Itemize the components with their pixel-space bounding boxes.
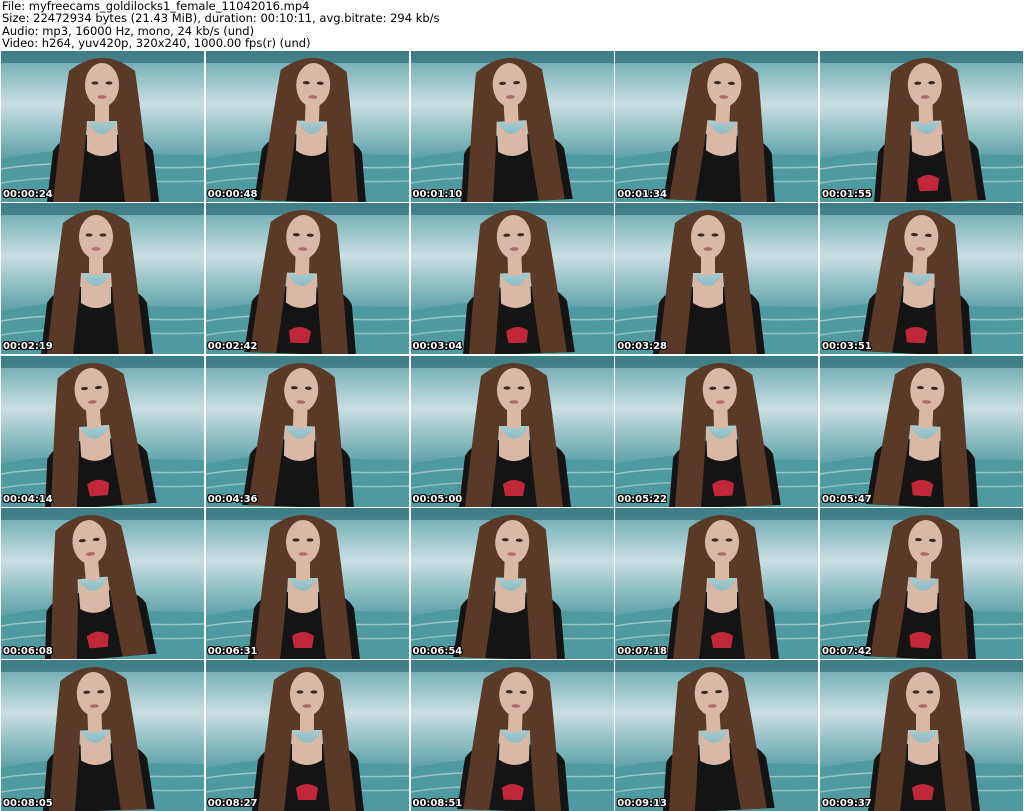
thumbnail-frame: 00:06:31 bbox=[205, 507, 409, 659]
video-frame-image bbox=[1, 203, 204, 355]
thumbnail-frame: 00:06:08 bbox=[1, 507, 204, 659]
thumbnail-timestamp: 00:00:48 bbox=[207, 189, 258, 200]
thumbnail-frame: 00:03:51 bbox=[820, 203, 1023, 355]
video-frame-image bbox=[205, 507, 409, 659]
thumbnail-frame: 00:09:13 bbox=[615, 660, 819, 811]
video-frame-image bbox=[820, 203, 1023, 355]
thumbnail-timestamp: 00:01:34 bbox=[617, 189, 667, 200]
thumbnail-frame: 00:05:22 bbox=[615, 355, 819, 507]
video-frame-image bbox=[1, 355, 204, 507]
thumbnail-frame: 00:08:27 bbox=[205, 660, 409, 811]
video-frame-image bbox=[615, 51, 819, 202]
thumbnail-frame: 00:04:14 bbox=[1, 355, 204, 507]
thumbnail-timestamp: 00:08:51 bbox=[412, 798, 463, 809]
thumbnail-timestamp: 00:08:05 bbox=[3, 798, 53, 809]
thumbnail-timestamp: 00:00:24 bbox=[3, 189, 53, 200]
thumbnail-frame: 00:06:54 bbox=[410, 507, 614, 659]
thumbnail-timestamp: 00:05:47 bbox=[822, 493, 872, 505]
thumbnail-frame: 00:00:24 bbox=[1, 51, 204, 202]
video-frame-image bbox=[205, 203, 409, 355]
thumbnail-frame: 00:05:00 bbox=[410, 355, 614, 507]
video-frame-image bbox=[205, 660, 409, 811]
video-frame-image bbox=[410, 660, 614, 811]
video-frame-image bbox=[410, 507, 614, 659]
thumbnail-frame: 00:08:51 bbox=[410, 660, 614, 811]
thumbnail-timestamp: 00:04:36 bbox=[207, 493, 258, 505]
thumbnail-frame: 00:08:05 bbox=[1, 660, 204, 811]
video-frame-image bbox=[410, 51, 614, 202]
video-frame-image bbox=[820, 355, 1023, 507]
video-frame-image bbox=[820, 660, 1023, 811]
video-frame-image bbox=[1, 507, 204, 659]
thumbnail-frame: 00:02:42 bbox=[205, 203, 409, 355]
thumbnail-timestamp: 00:02:19 bbox=[3, 341, 53, 353]
thumbnail-timestamp: 00:05:22 bbox=[617, 493, 667, 505]
video-frame-image bbox=[410, 203, 614, 355]
thumbnail-frame: 00:09:37 bbox=[820, 660, 1023, 811]
thumbnail-grid: 00:00:24 00:00:48 00:01:10 00:01:34 00:01:55… bbox=[1, 51, 1023, 811]
thumbnail-timestamp: 00:06:08 bbox=[3, 645, 53, 657]
video-frame-image bbox=[615, 660, 819, 811]
thumbnail-frame: 00:03:04 bbox=[410, 203, 614, 355]
thumbnail-frame: 00:02:19 bbox=[1, 203, 204, 355]
thumbnail-frame: 00:00:48 bbox=[205, 51, 409, 202]
thumbnail-timestamp: 00:01:55 bbox=[822, 189, 872, 200]
thumbnail-frame: 00:04:36 bbox=[205, 355, 409, 507]
video-frame-image bbox=[820, 507, 1023, 659]
thumbnail-timestamp: 00:06:31 bbox=[207, 645, 258, 657]
thumbnail-frame: 00:01:10 bbox=[410, 51, 614, 202]
thumbnail-timestamp: 00:07:18 bbox=[617, 645, 667, 657]
video-frame-image bbox=[615, 507, 819, 659]
file-info-header: File: myfreecams_goldilocks1_female_1104… bbox=[2, 0, 1022, 50]
thumbnail-timestamp: 00:09:37 bbox=[822, 798, 872, 809]
thumbnail-timestamp: 00:05:00 bbox=[412, 493, 463, 505]
thumbnail-timestamp: 00:02:42 bbox=[207, 341, 258, 353]
video-frame-image bbox=[820, 51, 1023, 202]
thumbnail-timestamp: 00:03:28 bbox=[617, 341, 667, 353]
thumbnail-frame: 00:07:42 bbox=[820, 507, 1023, 659]
thumbnail-timestamp: 00:01:10 bbox=[412, 189, 463, 200]
thumbnail-frame: 00:01:34 bbox=[615, 51, 819, 202]
thumbnail-frame: 00:07:18 bbox=[615, 507, 819, 659]
video-info-line: Video: h264, yuv420p, 320x240, 1000.00 f… bbox=[2, 36, 311, 51]
video-frame-image bbox=[615, 355, 819, 507]
thumbnail-timestamp: 00:08:27 bbox=[207, 798, 258, 809]
thumbnail-timestamp: 00:09:13 bbox=[617, 798, 667, 809]
thumbnail-timestamp: 00:06:54 bbox=[412, 645, 463, 657]
video-frame-image bbox=[615, 203, 819, 355]
video-frame-image bbox=[1, 660, 204, 811]
thumbnail-timestamp: 00:07:42 bbox=[822, 645, 872, 657]
file-size-line: Size: 22472934 bytes (21.43 MiB), durati… bbox=[2, 11, 440, 26]
thumbnail-timestamp: 00:04:14 bbox=[3, 493, 53, 505]
video-frame-image bbox=[410, 355, 614, 507]
thumbnail-timestamp: 00:03:04 bbox=[412, 341, 463, 353]
video-frame-image bbox=[205, 51, 409, 202]
thumbnail-timestamp: 00:03:51 bbox=[822, 341, 872, 353]
thumbnail-frame: 00:01:55 bbox=[820, 51, 1023, 202]
video-frame-image bbox=[1, 51, 204, 202]
thumbnail-frame: 00:03:28 bbox=[615, 203, 819, 355]
thumbnail-frame: 00:05:47 bbox=[820, 355, 1023, 507]
video-frame-image bbox=[205, 355, 409, 507]
